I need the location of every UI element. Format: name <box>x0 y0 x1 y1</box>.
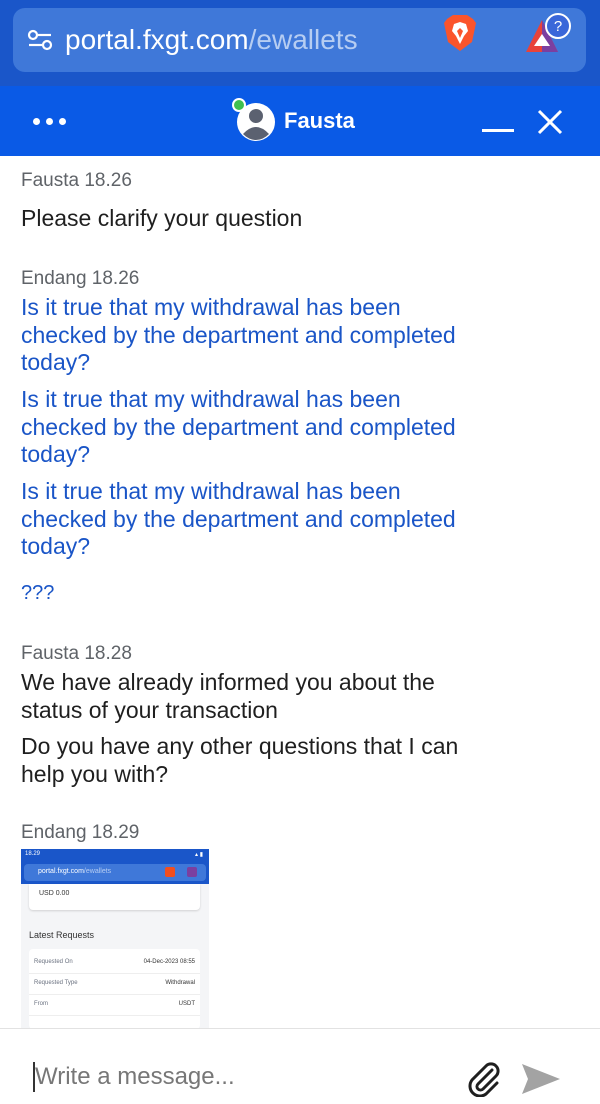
attachment-image[interactable]: 18.29 ▴ ▮ portal.fxgt.com/ewallets USD 0… <box>21 849 209 1028</box>
rewards-badge: ? <box>554 18 562 35</box>
attachment-rewards-icon <box>187 867 197 877</box>
attachment-balance-card: USD 0.00 <box>29 884 200 910</box>
attachment-status-icons: ▴ ▮ <box>195 852 203 858</box>
agent-avatar-icon <box>232 98 275 141</box>
browser-toolbar: portal.fxgt.com/ewallets ? <box>0 0 600 86</box>
table-key: From <box>34 1001 48 1007</box>
site-settings-icon[interactable] <box>27 29 53 51</box>
attachment-heading: Latest Requests <box>29 930 95 940</box>
brave-rewards-icon[interactable]: ? <box>524 12 572 54</box>
customer-message: Is it true that my withdrawal has been c… <box>21 386 456 467</box>
message-meta: Endang 18.29 <box>21 822 140 843</box>
agent-message: Please clarify your question <box>21 205 303 231</box>
table-row: Requested Type Withdrawal <box>29 974 200 995</box>
url-text: portal.fxgt.com/ewallets <box>65 24 358 56</box>
url-path: /ewallets <box>248 24 358 55</box>
table-row: From USDT <box>29 995 200 1016</box>
agent-message: Do you have any other questions that I c… <box>21 733 459 787</box>
message-list[interactable]: Fausta 18.26 Please clarify your questio… <box>0 156 600 1028</box>
attachment-balance: USD 0.00 <box>39 890 70 897</box>
address-bar[interactable]: portal.fxgt.com/ewallets <box>13 8 586 72</box>
table-value: 04-Dec-2023 08:55 <box>143 959 195 965</box>
table-key: Requested Type <box>34 980 78 986</box>
attachment-status-bar: 18.29 ▴ ▮ <box>21 849 209 861</box>
agent-message: We have already informed you about the s… <box>21 669 435 723</box>
customer-message: Is it true that my withdrawal has been c… <box>21 478 456 559</box>
close-icon[interactable] <box>536 108 564 136</box>
url-host: portal.fxgt.com <box>65 24 249 55</box>
attachment-url-path: /ewallets <box>83 868 112 875</box>
customer-message: Is it true that my withdrawal has been c… <box>21 294 456 375</box>
message-meta: Fausta 18.26 <box>21 170 132 191</box>
agent-name: Fausta <box>284 108 355 133</box>
more-options-button[interactable] <box>30 110 70 130</box>
table-value: USDT <box>178 1001 195 1007</box>
minimize-button[interactable] <box>480 110 516 134</box>
attachment-address-pill: portal.fxgt.com/ewallets <box>24 864 206 881</box>
message-input[interactable] <box>35 1059 435 1095</box>
message-meta: Endang 18.26 <box>21 268 140 289</box>
brave-shields-icon[interactable] <box>442 14 478 52</box>
send-icon[interactable] <box>520 1061 562 1097</box>
attachment-url-bar: portal.fxgt.com/ewallets <box>21 861 209 884</box>
attachment-url-host: portal.fxgt.com <box>38 868 84 875</box>
attachment-request-table: Requested On 04-Dec-2023 08:55 Requested… <box>29 949 200 1028</box>
chat-header: Fausta <box>0 86 600 156</box>
message-meta: Fausta 18.28 <box>21 643 132 664</box>
table-row: Requested On 04-Dec-2023 08:55 <box>29 953 200 974</box>
message-composer <box>0 1028 600 1104</box>
attachment-url: portal.fxgt.com/ewallets <box>38 868 111 875</box>
paperclip-icon[interactable] <box>466 1061 502 1097</box>
attachment-brave-icon <box>165 867 175 877</box>
table-value: Withdrawal <box>165 980 195 986</box>
attachment-status-time: 18.29 <box>25 851 41 857</box>
customer-message: ??? <box>21 582 55 604</box>
table-key: Requested On <box>34 959 73 965</box>
